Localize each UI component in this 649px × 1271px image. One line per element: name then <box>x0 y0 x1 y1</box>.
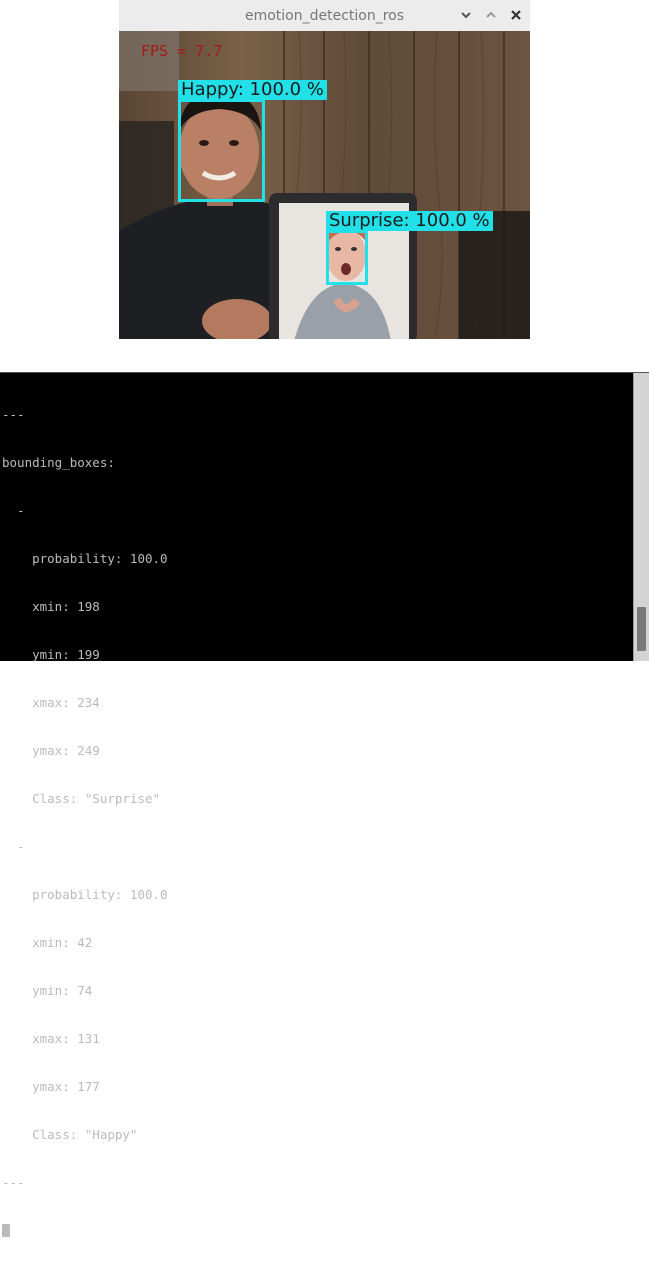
terminal-line: - <box>2 503 25 518</box>
terminal-line: xmin: 42 <box>2 935 93 950</box>
terminal-cursor <box>2 1224 10 1237</box>
terminal-line: xmin: 198 <box>2 599 100 614</box>
terminal-line: - <box>2 839 25 854</box>
maximize-button[interactable] <box>483 7 499 23</box>
terminal-line: xmax: 131 <box>2 1031 100 1046</box>
terminal-line: xmax: 234 <box>2 695 100 710</box>
terminal-prompt-line[interactable] <box>2 1223 630 1239</box>
scrollbar-thumb[interactable] <box>637 607 646 651</box>
terminal-scrollbar[interactable] <box>633 373 649 661</box>
terminal-window[interactable]: --- bounding_boxes: - probability: 100.0… <box>0 372 649 1237</box>
fps-readout: FPS = 7.7 <box>141 42 223 60</box>
window-titlebar[interactable]: emotion_detection_ros <box>119 0 530 32</box>
detection-label-happy: Happy: 100.0 % <box>178 80 327 100</box>
terminal-output: --- bounding_boxes: - probability: 100.0… <box>2 375 630 1271</box>
image-window: emotion_detection_ros FPS = 7.7 Happy: 1… <box>119 0 530 339</box>
close-button[interactable] <box>508 7 524 23</box>
bounding-box-happy <box>178 99 265 202</box>
chevron-down-icon <box>461 12 471 19</box>
terminal-line: bounding_boxes: <box>2 455 115 470</box>
detection-label-surprise: Surprise: 100.0 % <box>326 211 493 231</box>
terminal-line: probability: 100.0 <box>2 551 168 566</box>
terminal-line: probability: 100.0 <box>2 887 168 902</box>
terminal-line: ymax: 249 <box>2 743 100 758</box>
close-icon <box>511 10 521 20</box>
terminal-line: --- <box>2 407 25 422</box>
minimize-button[interactable] <box>458 7 474 23</box>
terminal-line: Class: "Surprise" <box>2 791 161 806</box>
chevron-up-icon <box>486 11 496 18</box>
terminal-line: ymin: 199 <box>2 647 100 662</box>
camera-frame: FPS = 7.7 Happy: 100.0 % Surprise: 100.0… <box>119 31 530 339</box>
terminal-line: ymin: 74 <box>2 983 93 998</box>
terminal-line: --- <box>2 1175 25 1190</box>
bounding-box-surprise <box>326 230 368 285</box>
terminal-line: ymax: 177 <box>2 1079 100 1094</box>
terminal-line: Class: "Happy" <box>2 1127 138 1142</box>
